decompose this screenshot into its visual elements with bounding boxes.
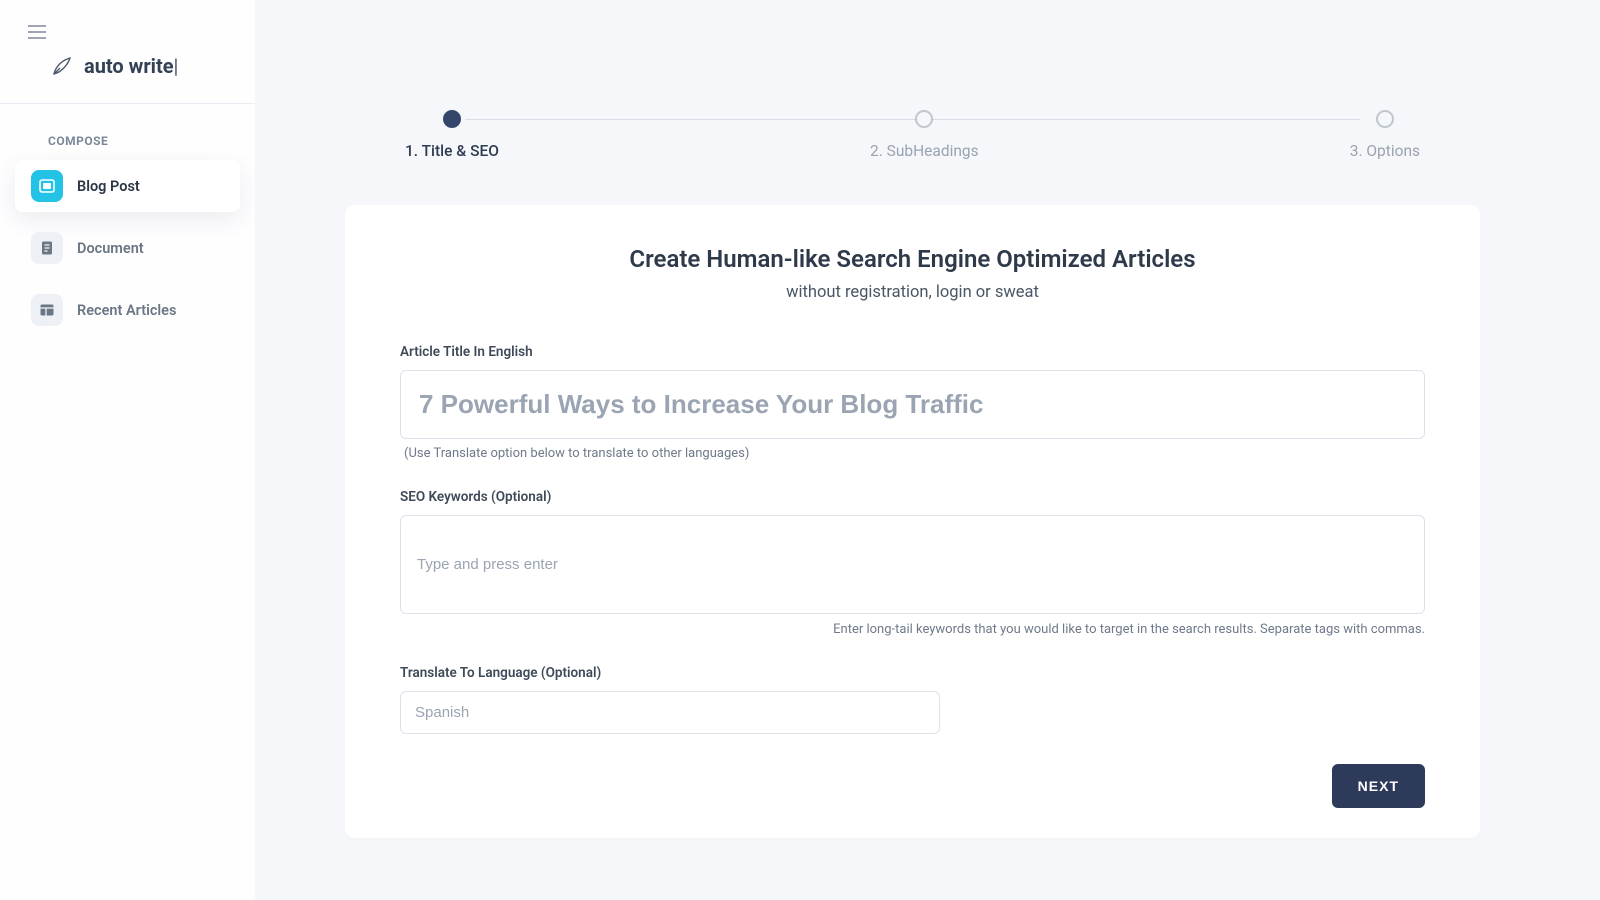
field-seo-keywords: SEO Keywords (Optional) Enter long-tail …	[400, 489, 1425, 637]
sidebar-section-label: COMPOSE	[0, 104, 255, 160]
seo-keywords-input[interactable]	[400, 515, 1425, 614]
sidebar-nav: Blog Post Document Recent Articles	[0, 160, 255, 336]
step-label: 1. Title & SEO	[405, 142, 499, 160]
translate-language-input[interactable]	[400, 691, 940, 734]
blog-post-icon	[31, 170, 63, 202]
sidebar-item-document[interactable]: Document	[15, 222, 240, 274]
step-label: 3. Options	[1350, 142, 1420, 160]
seo-keywords-label: SEO Keywords (Optional)	[400, 489, 1425, 505]
menu-toggle[interactable]	[0, 25, 255, 54]
sidebar: auto write| COMPOSE Blog Post Document R	[0, 0, 255, 900]
step-title-seo[interactable]: 1. Title & SEO	[405, 110, 499, 160]
quill-icon	[50, 54, 74, 78]
step-options[interactable]: 3. Options	[1350, 110, 1420, 160]
step-label: 2. SubHeadings	[870, 142, 979, 160]
next-button[interactable]: NEXT	[1332, 764, 1425, 808]
article-title-input[interactable]	[400, 370, 1425, 439]
card-subtitle: without registration, login or sweat	[400, 283, 1425, 302]
document-icon	[31, 232, 63, 264]
sidebar-item-label: Blog Post	[77, 178, 140, 195]
recent-articles-icon	[31, 294, 63, 326]
step-dot-icon	[1376, 110, 1394, 128]
sidebar-item-blog-post[interactable]: Blog Post	[15, 160, 240, 212]
article-title-label: Article Title In English	[400, 344, 1425, 360]
main-content: 1. Title & SEO 2. SubHeadings 3. Options…	[255, 0, 1600, 900]
translate-label: Translate To Language (Optional)	[400, 665, 1425, 681]
step-dot-icon	[443, 110, 461, 128]
step-subheadings[interactable]: 2. SubHeadings	[870, 110, 979, 160]
field-translate-language: Translate To Language (Optional)	[400, 665, 1425, 734]
card-title: Create Human-like Search Engine Optimize…	[400, 245, 1425, 273]
brand-name: auto write|	[84, 54, 178, 78]
form-card: Create Human-like Search Engine Optimize…	[345, 205, 1480, 838]
step-dot-icon	[915, 110, 933, 128]
stepper: 1. Title & SEO 2. SubHeadings 3. Options	[405, 110, 1420, 160]
field-article-title: Article Title In English (Use Translate …	[400, 344, 1425, 461]
brand[interactable]: auto write|	[0, 54, 255, 104]
form-actions: NEXT	[400, 764, 1425, 808]
sidebar-item-label: Recent Articles	[77, 302, 176, 319]
sidebar-item-recent-articles[interactable]: Recent Articles	[15, 284, 240, 336]
seo-keywords-hint: Enter long-tail keywords that you would …	[400, 622, 1425, 637]
hamburger-icon	[28, 25, 46, 39]
article-title-hint: (Use Translate option below to translate…	[400, 446, 1425, 461]
sidebar-item-label: Document	[77, 240, 144, 257]
